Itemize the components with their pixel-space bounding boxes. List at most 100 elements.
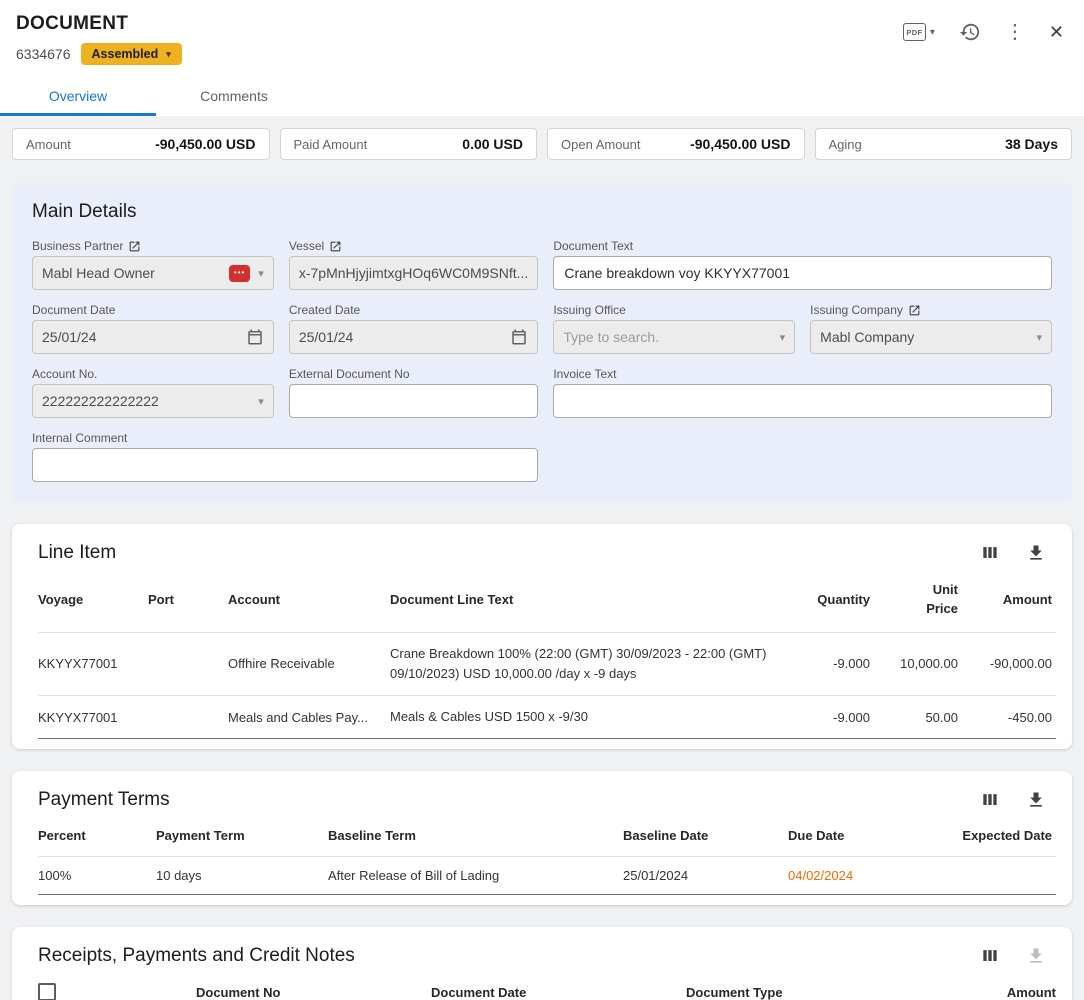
- tab-comments[interactable]: Comments: [156, 77, 312, 116]
- invoice-text-input[interactable]: [553, 384, 1052, 418]
- field-internal-comment: Internal Comment: [32, 431, 538, 482]
- business-partner-select[interactable]: Mabl Head Owner ••• ▾: [32, 256, 274, 290]
- cell-amount: -450.00: [958, 695, 1056, 738]
- line-item-row[interactable]: KKYYX77001 Meals and Cables Pay... Meals…: [38, 695, 1056, 738]
- download-button: [1026, 946, 1046, 966]
- kebab-menu-icon: ⋮: [1005, 22, 1025, 42]
- account-no-select[interactable]: 222222222222222 ▾: [32, 384, 274, 418]
- close-icon: ✕: [1049, 22, 1064, 43]
- column-chooser-button[interactable]: [980, 790, 1000, 810]
- document-date-value: 25/01/24: [42, 329, 238, 345]
- external-link-icon[interactable]: [329, 240, 342, 253]
- external-document-no-label: External Document No: [289, 367, 410, 381]
- chevron-down-icon: ▾: [258, 395, 264, 408]
- select-all-checkbox[interactable]: [38, 983, 56, 1000]
- header-title-area: DOCUMENT 6334676 Assembled ▾: [16, 13, 182, 65]
- invoice-text-label: Invoice Text: [553, 367, 616, 381]
- main-details-title: Main Details: [32, 201, 1052, 223]
- cell-baseline-date: 25/01/2024: [623, 857, 788, 895]
- status-badge[interactable]: Assembled ▾: [81, 43, 182, 65]
- history-button[interactable]: [959, 21, 981, 43]
- summary-value: -90,450.00 USD: [690, 136, 790, 152]
- field-document-date: Document Date 25/01/24: [32, 303, 274, 354]
- cell-unit-price: 50.00: [870, 695, 958, 738]
- business-partner-value: Mabl Head Owner: [42, 265, 221, 281]
- internal-comment-input[interactable]: [32, 448, 538, 482]
- document-header: DOCUMENT 6334676 Assembled ▾ PDF ▾ ⋮ ✕: [0, 0, 1084, 65]
- header-actions: PDF ▾ ⋮ ✕: [903, 13, 1064, 43]
- ellipsis-badge-icon[interactable]: •••: [229, 265, 250, 282]
- calendar-icon[interactable]: [246, 328, 264, 346]
- payment-terms-head: Payment Terms: [38, 789, 1056, 811]
- close-button[interactable]: ✕: [1049, 22, 1064, 43]
- field-issuing-company: Issuing Company Mabl Company ▾: [810, 303, 1052, 354]
- field-account-no: Account No. 222222222222222 ▾: [32, 367, 274, 418]
- field-invoice-text: Invoice Text: [553, 367, 1052, 418]
- external-link-icon[interactable]: [128, 240, 141, 253]
- created-date-input[interactable]: 25/01/24: [289, 320, 539, 354]
- summary-card-open-amount: Open Amount -90,450.00 USD: [547, 128, 805, 160]
- payment-terms-table: Percent Payment Term Baseline Term Basel…: [38, 811, 1056, 895]
- document-date-label: Document Date: [32, 303, 115, 317]
- document-text-input[interactable]: [553, 256, 1052, 290]
- summary-card-amount: Amount -90,450.00 USD: [12, 128, 270, 160]
- calendar-icon[interactable]: [510, 328, 528, 346]
- cell-due-date: 04/02/2024: [788, 857, 938, 895]
- col-document-no: Document No: [196, 967, 431, 1000]
- pdf-icon: PDF: [903, 23, 926, 41]
- line-item-header-row: Voyage Port Account Document Line Text Q…: [38, 564, 1056, 632]
- field-created-date: Created Date 25/01/24: [289, 303, 539, 354]
- main-details-fields: Business Partner Mabl Head Owner ••• ▾ V…: [32, 239, 1052, 482]
- cell-baseline-term: After Release of Bill of Lading: [328, 857, 623, 895]
- download-button[interactable]: [1026, 790, 1046, 810]
- cell-account: Offhire Receivable: [228, 632, 390, 695]
- column-chooser-button[interactable]: [980, 543, 1000, 563]
- tab-bar: Overview Comments: [0, 77, 1084, 116]
- tab-overview[interactable]: Overview: [0, 77, 156, 116]
- payment-terms-title: Payment Terms: [38, 789, 170, 811]
- receipts-header-row: Document No Document Date Document Type …: [38, 967, 1056, 1000]
- cell-port: [148, 695, 228, 738]
- col-payment-term: Payment Term: [156, 811, 328, 857]
- vessel-value: x-7pMnHjyjimtxgHOq6WC0M9SNft...: [299, 265, 529, 281]
- col-percent: Percent: [38, 811, 156, 857]
- pdf-export-button[interactable]: PDF ▾: [903, 23, 935, 41]
- receipts-section: Receipts, Payments and Credit Notes Docu…: [12, 927, 1072, 1000]
- summary-card-paid-amount: Paid Amount 0.00 USD: [280, 128, 538, 160]
- more-options-button[interactable]: ⋮: [1005, 22, 1025, 42]
- cell-quantity: -9.000: [782, 632, 870, 695]
- col-account: Account: [228, 564, 390, 632]
- col-baseline-date: Baseline Date: [623, 811, 788, 857]
- external-link-icon[interactable]: [908, 304, 921, 317]
- col-baseline-term: Baseline Term: [328, 811, 623, 857]
- column-chooser-button[interactable]: [980, 946, 1000, 966]
- col-quantity: Quantity: [782, 564, 870, 632]
- issuing-office-select[interactable]: Type to search. ▾: [553, 320, 795, 354]
- summary-value: 0.00 USD: [462, 136, 523, 152]
- chevron-down-icon: ▾: [166, 49, 171, 60]
- business-partner-label: Business Partner: [32, 239, 123, 253]
- summary-value: -90,450.00 USD: [155, 136, 255, 152]
- vessel-input[interactable]: x-7pMnHjyjimtxgHOq6WC0M9SNft...: [289, 256, 539, 290]
- cell-document-line-text: Meals & Cables USD 1500 x -9/30: [390, 695, 782, 738]
- issuing-company-select[interactable]: Mabl Company ▾: [810, 320, 1052, 354]
- cell-document-line-text: Crane Breakdown 100% (22:00 (GMT) 30/09/…: [390, 632, 782, 695]
- document-date-input[interactable]: 25/01/24: [32, 320, 274, 354]
- summary-label: Paid Amount: [294, 137, 368, 152]
- cell-expected-date: [938, 857, 1056, 895]
- cell-percent: 100%: [38, 857, 156, 895]
- external-document-no-input[interactable]: [289, 384, 539, 418]
- line-item-title: Line Item: [38, 542, 116, 564]
- summary-value: 38 Days: [1005, 136, 1058, 152]
- chevron-down-icon: ▾: [930, 27, 935, 38]
- line-item-table: Voyage Port Account Document Line Text Q…: [38, 564, 1056, 739]
- download-button[interactable]: [1026, 543, 1046, 563]
- line-item-row[interactable]: KKYYX77001 Offhire Receivable Crane Brea…: [38, 632, 1056, 695]
- created-date-value: 25/01/24: [299, 329, 503, 345]
- internal-comment-label: Internal Comment: [32, 431, 127, 445]
- payment-terms-row[interactable]: 100% 10 days After Release of Bill of La…: [38, 857, 1056, 895]
- summary-card-aging: Aging 38 Days: [815, 128, 1073, 160]
- cell-payment-term: 10 days: [156, 857, 328, 895]
- created-date-label: Created Date: [289, 303, 360, 317]
- receipts-title: Receipts, Payments and Credit Notes: [38, 945, 355, 967]
